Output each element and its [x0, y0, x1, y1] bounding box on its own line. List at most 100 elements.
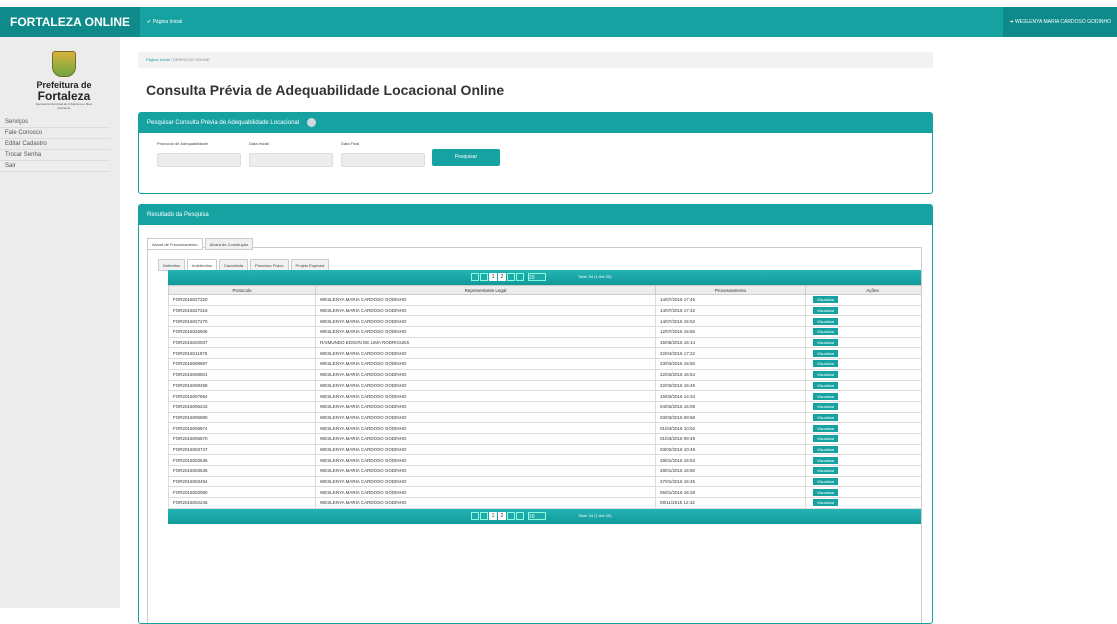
- view-button[interactable]: Visualizar: [813, 488, 839, 496]
- sidebar-item-servicos[interactable]: Serviços: [0, 117, 110, 128]
- actions-cell: Visualizar: [805, 454, 921, 466]
- processing-cell: 15/06/2016 15:14: [655, 336, 806, 349]
- col-processamento[interactable]: Processamento: [655, 285, 806, 295]
- page-2-button[interactable]: 2: [498, 273, 506, 281]
- actions-cell: Visualizar: [805, 443, 921, 456]
- processing-cell: 12/07/2016 15:56: [655, 326, 806, 338]
- user-menu-button[interactable]: ➜ WESLENYA MARIA CARDOSO GODINHO: [1003, 7, 1117, 37]
- protocol-cell: FOR2016027320: [168, 294, 316, 306]
- representative-cell: WESLENYA MARIA CARDOSO GODINHO: [315, 465, 656, 477]
- sidebar-item-editar-cadastro[interactable]: Editar Cadastro: [0, 139, 110, 150]
- first-page-button[interactable]: [471, 511, 479, 520]
- table-header-row: Protocolo Representante Legal Processame…: [168, 285, 921, 295]
- sidebar-item-trocar-senha[interactable]: Trocar Senha: [0, 150, 110, 161]
- table-row: FOR2016027270 WESLENYA MARIA CARDOSO GODI…: [168, 315, 921, 328]
- view-button[interactable]: Visualizar: [813, 328, 839, 336]
- page-1-button[interactable]: 1: [489, 273, 497, 281]
- view-button[interactable]: Visualizar: [813, 413, 839, 421]
- view-button[interactable]: Visualizar: [813, 392, 839, 400]
- view-button[interactable]: Visualizar: [813, 317, 839, 325]
- next-page-button[interactable]: [507, 273, 515, 281]
- table-row: FOR2016003080 WESLENYA MARIA CARDOSO GODI…: [168, 486, 921, 499]
- last-page-button[interactable]: [516, 273, 524, 281]
- actions-cell: Visualizar: [805, 336, 921, 349]
- search-button[interactable]: Pesquisar: [432, 149, 500, 166]
- view-button[interactable]: Visualizar: [813, 435, 839, 443]
- representative-cell: WESLENYA MARIA CARDOSO GODINHO: [315, 315, 656, 328]
- view-button[interactable]: Visualizar: [813, 371, 839, 379]
- processing-cell: 22/03/2016 16:54: [655, 368, 806, 381]
- date-start-label: Data Inicial: [249, 141, 269, 146]
- view-button[interactable]: Visualizar: [813, 339, 839, 347]
- view-button[interactable]: Visualizar: [813, 403, 839, 411]
- actions-cell: Visualizar: [805, 326, 921, 338]
- sidebar-item-sair[interactable]: Sair: [0, 161, 110, 172]
- processing-cell: 22/04/2016 17:22: [655, 347, 806, 360]
- view-button[interactable]: Visualizar: [813, 445, 839, 453]
- tab-alvara-funcionamento[interactable]: Alvará de Funcionamento: [147, 238, 203, 250]
- protocol-cell: FOR2016003494: [168, 475, 316, 488]
- protocol-cell: FOR2016007694: [168, 390, 316, 402]
- pager-bottom: 1 2 20 Total: 34 (1 Até 20): [168, 508, 921, 524]
- first-page-button[interactable]: [471, 273, 479, 281]
- last-page-button[interactable]: [516, 511, 524, 520]
- per-page-select[interactable]: 20: [528, 511, 546, 520]
- actions-cell: Visualizar: [805, 315, 921, 328]
- page-1-button[interactable]: 1: [489, 511, 497, 520]
- page-2-button[interactable]: 2: [498, 511, 506, 520]
- view-button[interactable]: Visualizar: [813, 467, 839, 475]
- date-start-input[interactable]: [249, 153, 333, 167]
- table-row: FOR2016003747 WESLENYA MARIA CARDOSO GODI…: [168, 443, 921, 456]
- results-grid: 1 2 20 Total: 34 (1 Até 20) Protocolo Repr…: [168, 270, 921, 524]
- processing-cell: 04/03/2016 15:08: [655, 400, 806, 413]
- table-row: FOR2016027318 WESLENYA MARIA CARDOSO GODI…: [168, 304, 921, 317]
- date-start-field: Data Inicial: [249, 141, 333, 167]
- representative-cell: WESLENYA MARIA CARDOSO GODINHO: [315, 497, 656, 509]
- table-row: FOR2016006243 WESLENYA MARIA CARDOSO GODI…: [168, 400, 921, 413]
- protocol-cell: FOR2015002245: [168, 497, 316, 509]
- actions-cell: Visualizar: [805, 465, 921, 477]
- view-button[interactable]: Visualizar: [813, 307, 839, 315]
- next-page-button[interactable]: [507, 511, 515, 520]
- table-row: FOR2016005674 WESLENYA MARIA CARDOSO GODI…: [168, 422, 921, 434]
- col-protocolo[interactable]: Protocolo: [168, 285, 316, 295]
- prev-page-button[interactable]: [480, 273, 488, 281]
- breadcrumb-home[interactable]: Página Inicial: [146, 57, 170, 62]
- processing-cell: 14/07/2016 17:42: [655, 304, 806, 317]
- view-button[interactable]: Visualizar: [813, 499, 839, 507]
- table-row: FOR2016027320 WESLENYA MARIA CARDOSO GODI…: [168, 294, 921, 306]
- date-end-input[interactable]: [341, 153, 425, 167]
- table-row: FOR2015002245 WESLENYA MARIA CARDOSO GODI…: [168, 497, 921, 509]
- per-page-select[interactable]: 20: [528, 273, 546, 281]
- date-end-label: Data Final: [341, 141, 360, 146]
- sidebar-item-fale-conosco[interactable]: Fale Conosco: [0, 128, 110, 139]
- brand-title[interactable]: FORTALEZA ONLINE: [0, 7, 140, 37]
- protocol-cell: FOR2016008687: [168, 358, 316, 370]
- actions-cell: Visualizar: [805, 400, 921, 413]
- view-button[interactable]: Visualizar: [813, 424, 839, 432]
- date-end-field: Data Final: [341, 141, 425, 167]
- tab-alvara-construcao[interactable]: Alvará de Construção: [204, 238, 254, 250]
- table-row: FOR2016020037 RAIMUNDO EDSON DE LIMA RODR…: [168, 336, 921, 349]
- view-button[interactable]: Visualizar: [813, 349, 839, 357]
- view-button[interactable]: Visualizar: [813, 381, 839, 389]
- search-panel-title: Pesquisar Consulta Prévia de Adequabilid…: [147, 120, 300, 126]
- representative-cell: RAIMUNDO EDSON DE LIMA RODRIGUES: [315, 336, 656, 349]
- protocol-cell: FOR2016003747: [168, 443, 316, 456]
- representative-cell: WESLENYA MARIA CARDOSO GODINHO: [315, 294, 656, 306]
- help-icon[interactable]: [306, 117, 316, 127]
- breadcrumb: Página Inicial / SERVIÇOS ONLINE: [138, 52, 933, 68]
- actions-cell: Visualizar: [805, 390, 921, 402]
- view-button[interactable]: Visualizar: [813, 360, 839, 368]
- view-button[interactable]: Visualizar: [813, 478, 839, 486]
- home-link[interactable]: ✔ Página Inicial: [141, 7, 188, 37]
- prev-page-button[interactable]: [480, 511, 488, 520]
- protocol-input[interactable]: [157, 153, 241, 167]
- view-button[interactable]: Visualizar: [813, 296, 839, 304]
- actions-cell: Visualizar: [805, 432, 921, 445]
- view-button[interactable]: Visualizar: [813, 456, 839, 464]
- representative-cell: WESLENYA MARIA CARDOSO GODINHO: [315, 304, 656, 317]
- actions-cell: Visualizar: [805, 304, 921, 317]
- actions-cell: Visualizar: [805, 358, 921, 370]
- col-representante[interactable]: Representante Legal: [315, 285, 656, 295]
